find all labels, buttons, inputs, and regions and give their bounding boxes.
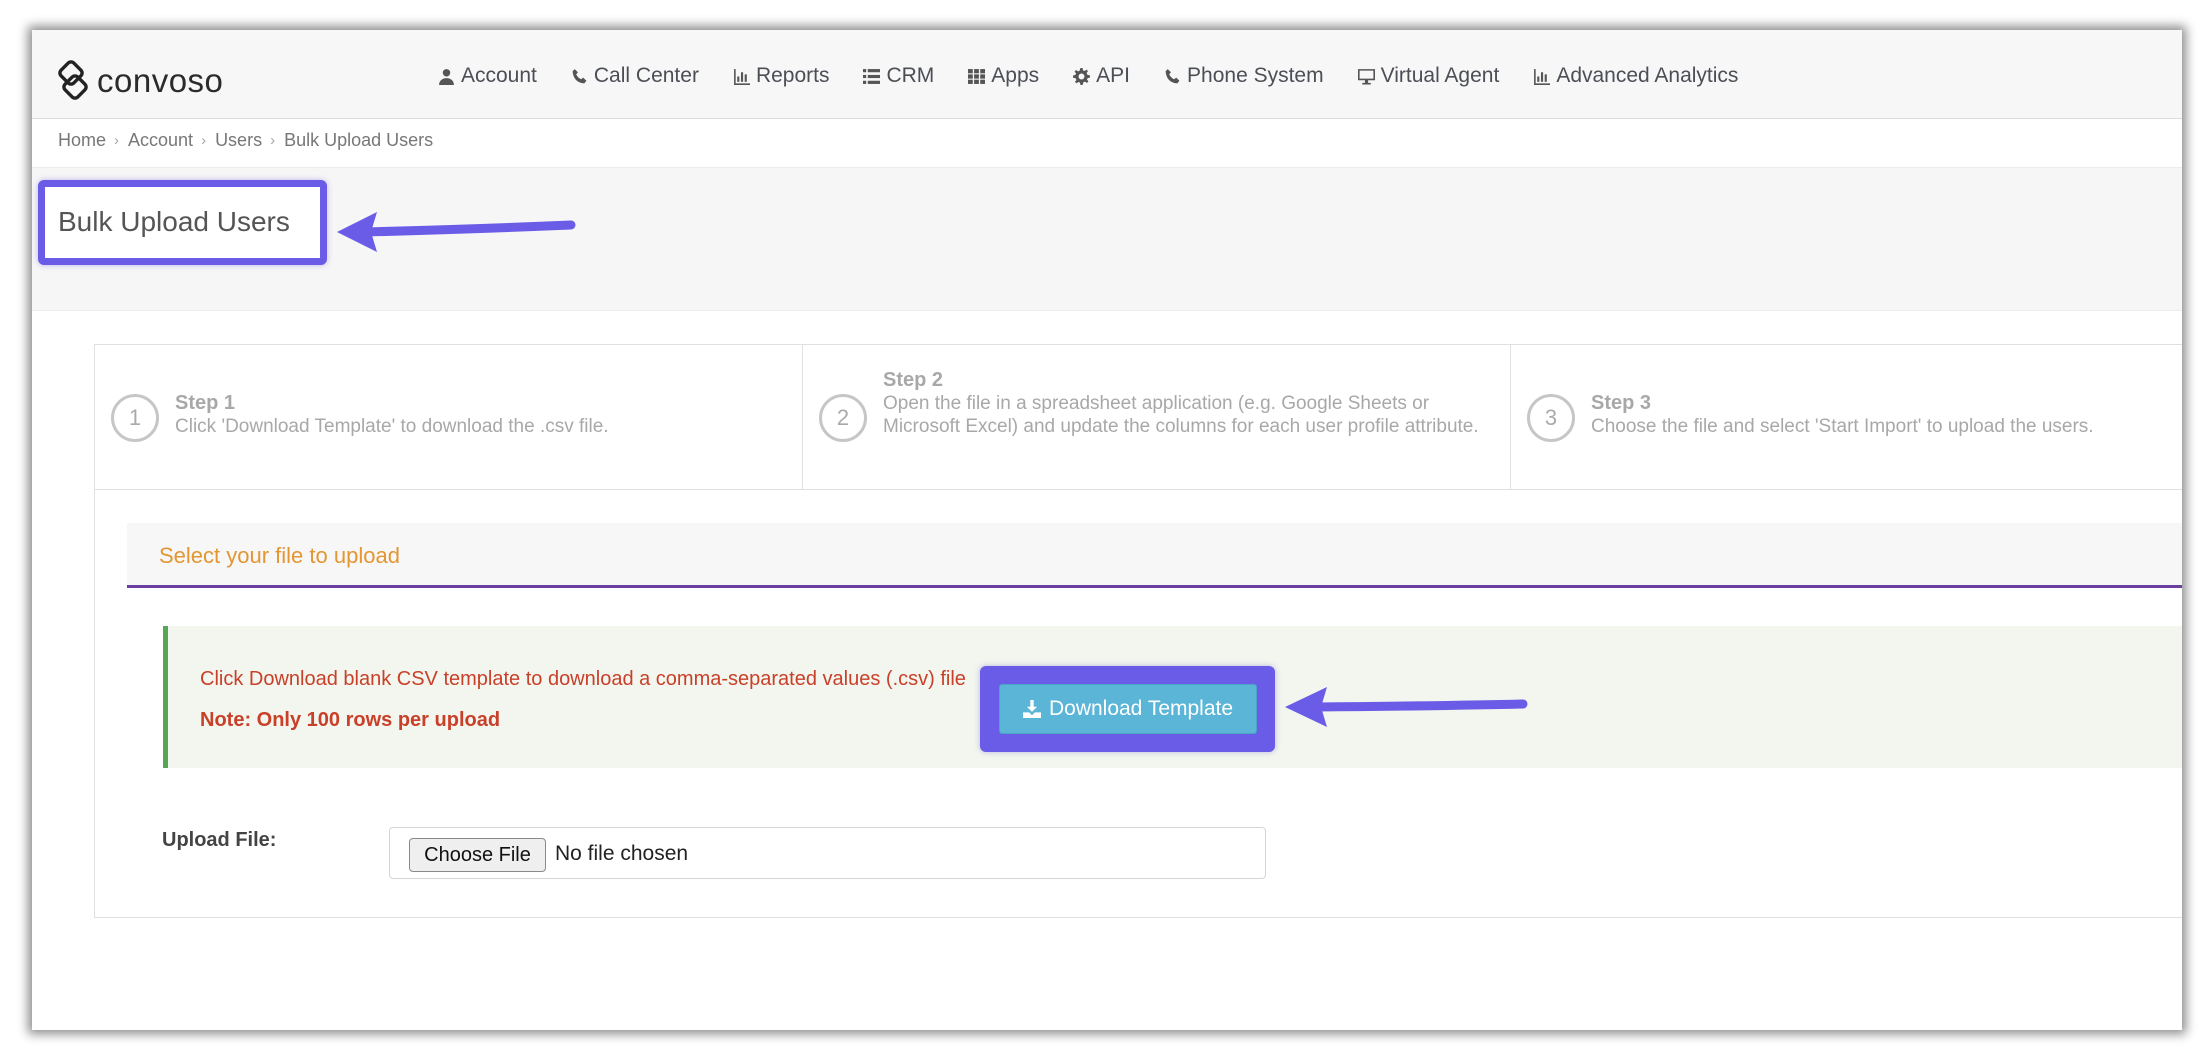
chevron-right-icon: › bbox=[270, 132, 276, 149]
list-icon bbox=[863, 68, 881, 85]
step-2-description: Open the file in a spreadsheet applicati… bbox=[883, 393, 1479, 437]
bar-chart-icon bbox=[1533, 68, 1551, 85]
alert-text: Click Download blank CSV template to dow… bbox=[200, 668, 966, 690]
breadcrumb-account[interactable]: Account bbox=[128, 130, 193, 151]
step-2-title: Step 2 bbox=[883, 369, 944, 391]
brand-logo[interactable]: convoso bbox=[52, 60, 224, 101]
nav-account[interactable]: Account bbox=[438, 64, 537, 88]
step-3: 3 Step 3 Choose the file and select 'Sta… bbox=[1511, 345, 2182, 490]
step-1-description: Click 'Download Template' to download th… bbox=[175, 416, 609, 437]
page-title-highlight: Bulk Upload Users bbox=[38, 180, 327, 265]
step-3-title: Step 3 bbox=[1591, 392, 1652, 414]
gear-icon bbox=[1073, 67, 1091, 85]
breadcrumb-home[interactable]: Home bbox=[58, 130, 106, 151]
download-template-button[interactable]: Download Template bbox=[999, 684, 1257, 734]
nav-crm-label: CRM bbox=[886, 64, 935, 87]
convoso-logo-icon bbox=[58, 60, 88, 100]
breadcrumb-users[interactable]: Users bbox=[215, 130, 262, 151]
step-3-description: Choose the file and select 'Start Import… bbox=[1591, 416, 2094, 437]
annotation-arrow-download bbox=[1285, 687, 1528, 727]
nav-api[interactable]: API bbox=[1073, 64, 1130, 88]
download-icon bbox=[1022, 700, 1041, 718]
top-navbar: convoso Account Call Center Reports CRM … bbox=[32, 30, 2182, 119]
upload-file-label: Upload File: bbox=[162, 829, 277, 851]
upload-section-header: Select your file to upload bbox=[127, 523, 2182, 588]
step-1: 1 Step 1 Click 'Download Template' to do… bbox=[95, 345, 803, 490]
app-window: convoso Account Call Center Reports CRM … bbox=[32, 30, 2182, 1030]
nav-crm[interactable]: CRM bbox=[863, 64, 934, 88]
nav-phone-system-label: Phone System bbox=[1187, 64, 1324, 87]
upload-section-title: Select your file to upload bbox=[159, 543, 400, 568]
nav-advanced-analytics-label: Advanced Analytics bbox=[1556, 64, 1739, 87]
nav-call-center[interactable]: Call Center bbox=[571, 64, 699, 88]
user-icon bbox=[438, 68, 455, 85]
file-status: No file chosen bbox=[555, 842, 689, 865]
annotation-arrow-title bbox=[337, 212, 576, 252]
chevron-right-icon: › bbox=[114, 132, 120, 149]
nav-call-center-label: Call Center bbox=[593, 64, 699, 87]
nav-account-label: Account bbox=[461, 64, 537, 87]
step-2: 2 Step 2 Open the file in a spreadsheet … bbox=[803, 345, 1511, 490]
steps-wizard: 1 Step 1 Click 'Download Template' to do… bbox=[95, 345, 2182, 490]
breadcrumb-current: Bulk Upload Users bbox=[284, 130, 434, 150]
step-2-number: 2 bbox=[819, 394, 867, 442]
choose-file-button[interactable]: Choose File bbox=[409, 838, 546, 872]
step-3-number: 3 bbox=[1527, 394, 1575, 442]
step-1-title: Step 1 bbox=[175, 392, 236, 414]
monitor-icon bbox=[1357, 68, 1375, 85]
nav-phone-system[interactable]: Phone System bbox=[1164, 64, 1324, 88]
main-menu: Account Call Center Reports CRM Apps API… bbox=[438, 64, 1772, 88]
alert-note: Note: Only 100 rows per upload bbox=[200, 709, 501, 731]
bar-chart-icon bbox=[733, 68, 750, 85]
nav-reports[interactable]: Reports bbox=[733, 64, 830, 88]
phone-icon bbox=[1164, 68, 1181, 85]
page-title: Bulk Upload Users bbox=[58, 206, 290, 237]
brand-name: convoso bbox=[97, 62, 224, 99]
nav-virtual-agent[interactable]: Virtual Agent bbox=[1357, 64, 1500, 88]
download-template-label: Download Template bbox=[1048, 697, 1234, 720]
nav-apps[interactable]: Apps bbox=[968, 64, 1039, 88]
nav-advanced-analytics[interactable]: Advanced Analytics bbox=[1533, 64, 1738, 88]
nav-api-label: API bbox=[1096, 64, 1131, 87]
nav-reports-label: Reports bbox=[755, 64, 830, 87]
phone-icon bbox=[571, 68, 588, 85]
grid-icon bbox=[968, 68, 986, 85]
breadcrumb: Home › Account › Users › Bulk Upload Use… bbox=[58, 130, 433, 151]
nav-apps-label: Apps bbox=[991, 64, 1040, 87]
chevron-right-icon: › bbox=[201, 132, 207, 149]
step-1-number: 1 bbox=[111, 394, 159, 442]
file-input[interactable]: Choose File No file chosen bbox=[389, 827, 1266, 879]
download-template-highlight: Download Template bbox=[980, 666, 1275, 752]
nav-virtual-agent-label: Virtual Agent bbox=[1380, 64, 1500, 87]
